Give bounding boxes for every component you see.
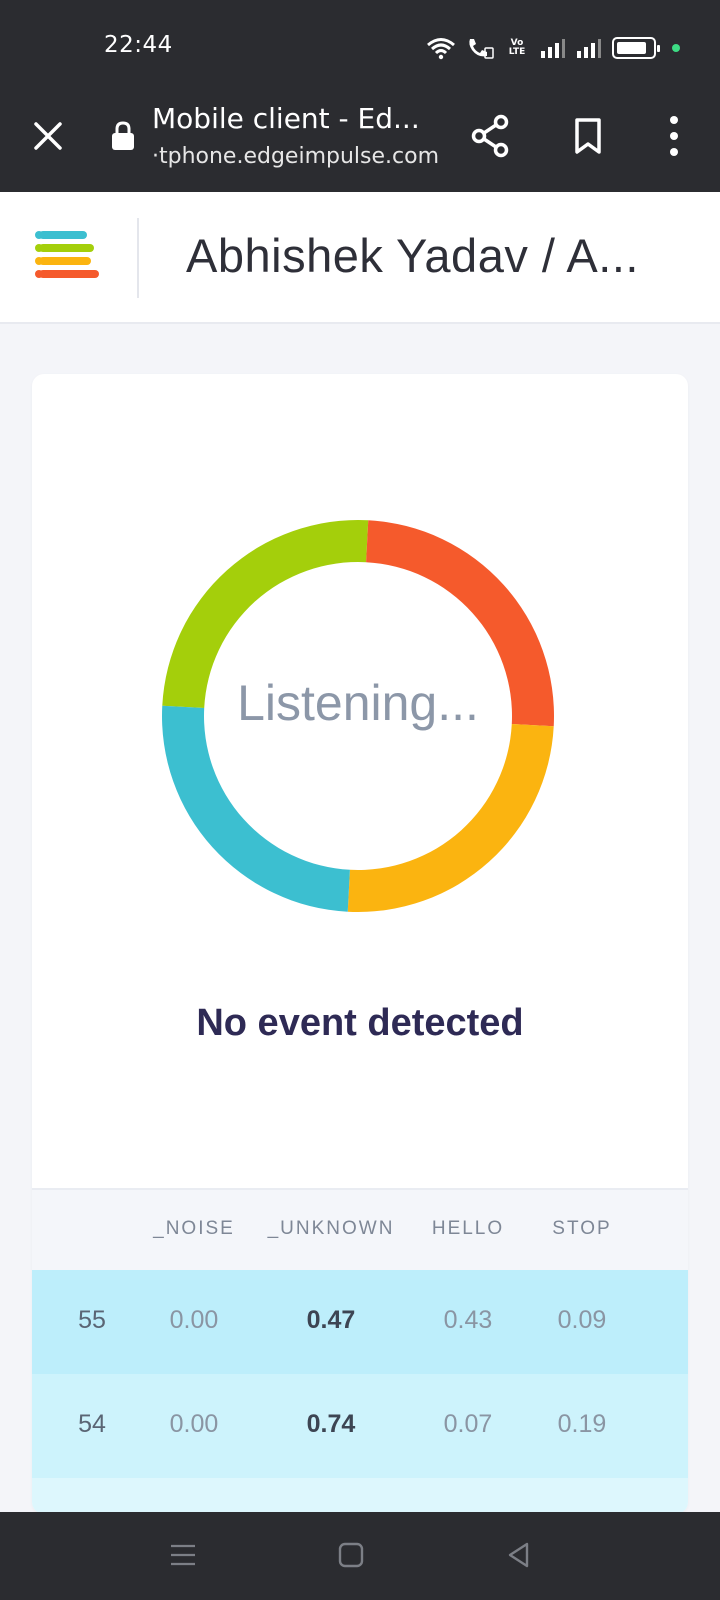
browser-toolbar: Mobile client - Ed... ·tphone.edgeimpuls…	[0, 86, 720, 192]
share-icon[interactable]	[470, 114, 510, 158]
noise-score: 0.00	[169, 1306, 219, 1334]
column-header-unknown: _UNKNOWN	[267, 1218, 395, 1239]
signal-icon	[577, 39, 601, 58]
hello-score: 0.43	[443, 1306, 493, 1334]
listening-label: Listening...	[237, 675, 479, 731]
table-row: 54 0.00 0.74 0.07 0.19	[32, 1374, 688, 1478]
url-text[interactable]: ·tphone.edgeimpulse.com	[152, 144, 439, 169]
status-time: 22:44	[104, 32, 173, 58]
battery-level	[617, 42, 646, 54]
row-index: 55	[78, 1306, 106, 1334]
results-table-header: _NOISE _UNKNOWN HELLO STOP	[32, 1188, 688, 1270]
recent-apps-icon[interactable]	[168, 1540, 198, 1570]
column-header-stop: STOP	[552, 1218, 612, 1239]
table-row	[32, 1478, 688, 1514]
more-vert-icon[interactable]	[660, 114, 688, 158]
column-header-hello: HELLO	[431, 1218, 505, 1239]
header-divider	[137, 218, 139, 298]
volte-icon: Vo LTE	[508, 38, 526, 57]
battery-icon	[612, 37, 660, 59]
column-header-noise: _NOISE	[153, 1218, 235, 1239]
lock-icon[interactable]	[110, 120, 136, 152]
home-icon[interactable]	[336, 1540, 366, 1570]
stop-score: 0.09	[557, 1306, 607, 1334]
bookmark-icon[interactable]	[570, 116, 606, 156]
wifi-icon	[427, 38, 455, 60]
unknown-score: 0.47	[306, 1306, 356, 1334]
signal-icon	[541, 39, 565, 58]
unknown-score: 0.74	[306, 1410, 356, 1438]
page-title[interactable]: Mobile client - Ed...	[152, 102, 420, 135]
back-icon[interactable]	[504, 1540, 534, 1570]
classifier-card: Listening... No event detected _NOISE _U…	[32, 374, 688, 1514]
project-title: Abhishek Yadav / A...	[186, 229, 639, 282]
table-row: 55 0.00 0.47 0.43 0.09	[32, 1270, 688, 1374]
status-icons: Vo LTE	[426, 34, 680, 62]
row-index: 54	[78, 1410, 106, 1438]
event-status: No event detected	[196, 1002, 524, 1044]
wifi-calling-icon	[469, 39, 494, 59]
status-bar: 22:44 Vo LTE	[0, 0, 720, 86]
edge-impulse-logo-icon[interactable]	[34, 230, 104, 278]
noise-score: 0.00	[169, 1410, 219, 1438]
hello-score: 0.07	[443, 1410, 493, 1438]
app-header: Abhishek Yadav / A...	[0, 192, 720, 324]
close-icon[interactable]	[30, 118, 66, 154]
stop-score: 0.19	[557, 1410, 607, 1438]
privacy-indicator-dot	[672, 44, 680, 52]
system-navigation-bar	[0, 1512, 720, 1600]
